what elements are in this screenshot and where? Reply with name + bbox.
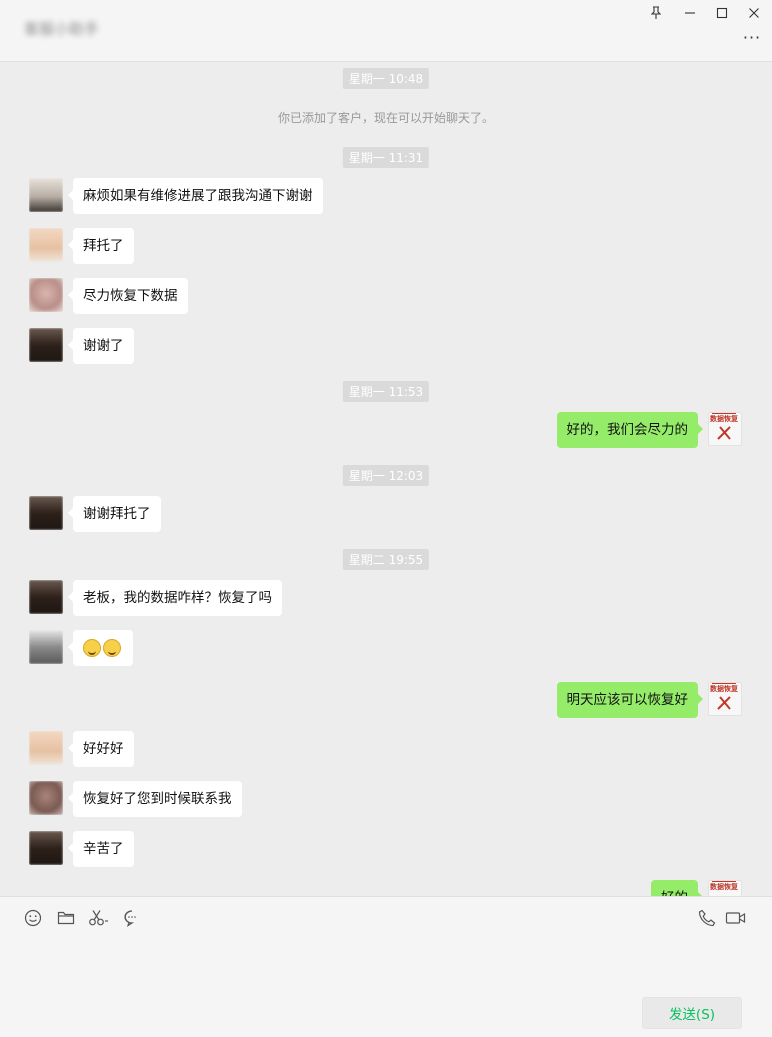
chat-history-icon[interactable] (121, 907, 143, 929)
outgoing-message-bubble[interactable]: 好的 (651, 880, 703, 896)
contact-avatar[interactable] (29, 831, 63, 865)
send-button[interactable]: 发送(S) (642, 997, 742, 1029)
logo-label: 数据恢复 (710, 883, 738, 891)
video-icon[interactable] (725, 907, 747, 929)
timestamp: 星期一 12:03 (342, 465, 430, 486)
emoji-icon[interactable] (22, 907, 44, 929)
timestamp: 星期二 19:55 (342, 549, 430, 570)
more-options-button[interactable]: ··· (740, 28, 764, 47)
emoji-icon (103, 639, 121, 657)
contact-avatar[interactable] (29, 496, 63, 530)
incoming-message-bubble[interactable]: 尽力恢复下数据 (68, 278, 188, 314)
contact-avatar[interactable] (29, 781, 63, 815)
incoming-message-bubble[interactable]: 谢谢拜托了 (68, 496, 161, 532)
logo-label: 数据恢复 (710, 685, 738, 693)
chat-title: 客服小助手 (24, 20, 100, 38)
minimize-icon[interactable] (674, 2, 706, 24)
contact-avatar[interactable] (29, 630, 63, 664)
outgoing-message-bubble[interactable]: 明天应该可以恢复好 (556, 682, 703, 718)
incoming-message-bubble[interactable]: 拜托了 (68, 228, 134, 264)
incoming-message-bubble[interactable]: 麻烦如果有维修进展了跟我沟通下谢谢 (68, 178, 323, 214)
emoji-icon (83, 639, 101, 657)
own-avatar[interactable]: 数据恢复 (708, 682, 742, 716)
close-icon[interactable] (738, 2, 770, 24)
contact-avatar[interactable] (29, 580, 63, 614)
timestamp: 星期一 11:53 (342, 381, 430, 402)
tools-icon (717, 696, 731, 710)
incoming-message-bubble[interactable]: 辛苦了 (68, 831, 134, 867)
system-note: 你已添加了客户，现在可以开始聊天了。 (277, 111, 494, 125)
outgoing-message-bubble[interactable]: 好的，我们会尽力的 (556, 412, 703, 448)
own-avatar[interactable]: 数据恢复 (708, 880, 742, 896)
chat-message-area[interactable]: 星期一 10:48 你已添加了客户，现在可以开始聊天了。 星期一 11:31 麻… (0, 62, 772, 896)
input-panel: 发送(S) (0, 896, 772, 1037)
own-avatar[interactable]: 数据恢复 (708, 412, 742, 446)
contact-avatar[interactable] (29, 178, 63, 212)
contact-avatar[interactable] (29, 328, 63, 362)
incoming-message-bubble[interactable]: 老板，我的数据咋样？恢复了吗 (68, 580, 282, 616)
incoming-message-bubble[interactable]: 恢复好了您到时候联系我 (68, 781, 242, 817)
phone-icon[interactable] (696, 907, 718, 929)
pin-icon[interactable] (640, 2, 672, 24)
contact-avatar[interactable] (29, 278, 63, 312)
logo-label: 数据恢复 (710, 415, 738, 423)
tools-icon (717, 426, 731, 440)
incoming-emoji-bubble[interactable] (68, 630, 133, 666)
folder-icon[interactable] (55, 907, 77, 929)
title-bar: 客服小助手 ··· (0, 0, 772, 62)
contact-avatar[interactable] (29, 731, 63, 765)
contact-avatar[interactable] (29, 228, 63, 262)
scissors-icon[interactable] (88, 907, 110, 929)
timestamp: 星期一 11:31 (342, 147, 430, 168)
incoming-message-bubble[interactable]: 谢谢了 (68, 328, 134, 364)
timestamp: 星期一 10:48 (342, 68, 430, 89)
incoming-message-bubble[interactable]: 好好好 (68, 731, 134, 767)
maximize-icon[interactable] (706, 2, 738, 24)
